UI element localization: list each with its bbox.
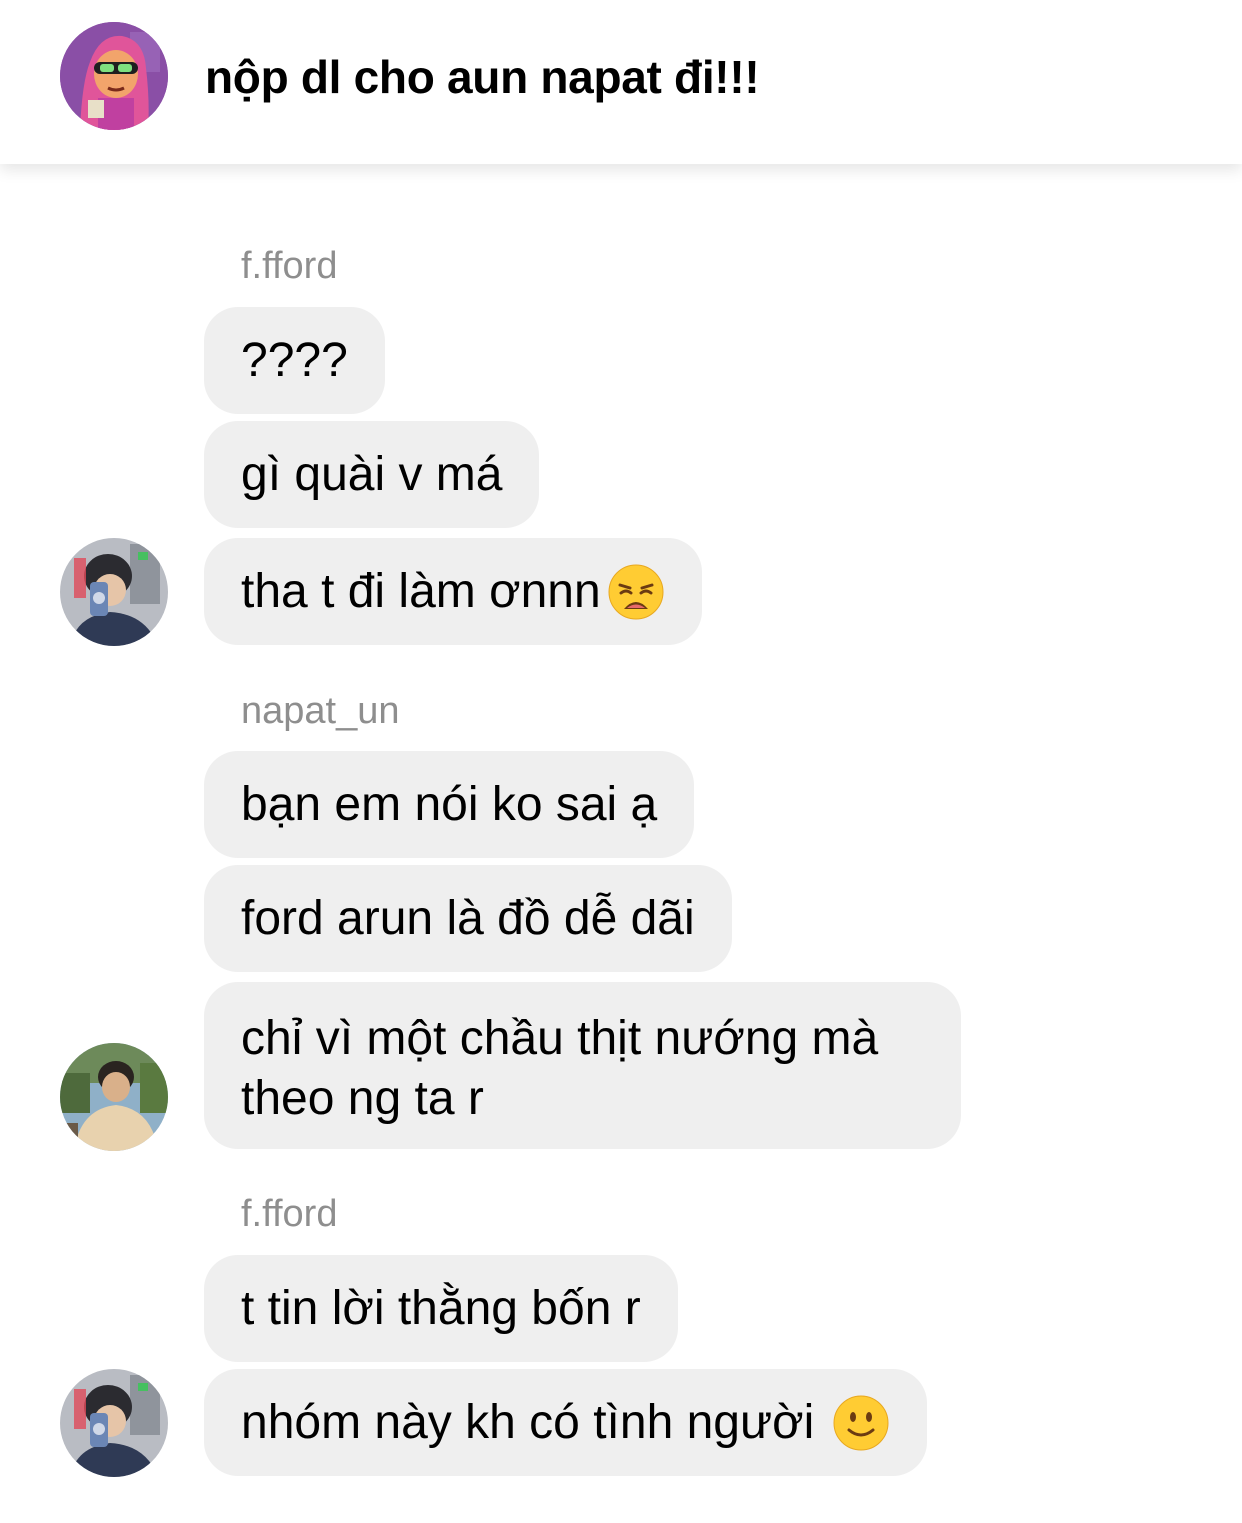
sender-avatar[interactable]: [60, 1043, 168, 1151]
message-bubble[interactable]: ????: [204, 307, 385, 414]
message-text: gì quài v má: [241, 448, 503, 501]
message-text: ford arun là đồ dễ dãi: [241, 892, 695, 945]
cartoon-character-icon: [60, 22, 168, 130]
message-bubble[interactable]: tha t đi làm ơnnn: [204, 538, 702, 645]
group-avatar[interactable]: [60, 22, 168, 130]
message-bubble[interactable]: ford arun là đồ dễ dãi: [204, 865, 732, 972]
message-text-line: chỉ vì một chầu thịt nướng mà: [241, 1012, 879, 1065]
sender-name: napat_un: [241, 690, 400, 732]
weary-face-emoji-icon: [608, 564, 664, 619]
group-title: nộp dl cho aun napat đi!!!: [205, 51, 760, 103]
message-bubble[interactable]: nhóm này kh có tình người: [204, 1369, 928, 1476]
message-text: tha t đi làm ơnnn: [241, 565, 601, 618]
message-bubble[interactable]: chỉ vì một chầu thịt nướng mà theo ng ta…: [204, 982, 961, 1149]
message-text: nhóm này kh có tình người: [241, 1396, 815, 1449]
message-text: ????: [241, 334, 348, 387]
sender-name: f.fford: [241, 245, 338, 287]
slightly-smiling-face-emoji-icon: [833, 1395, 889, 1450]
outdoor-photo-avatar-icon: [60, 1043, 168, 1151]
sender-avatar[interactable]: [60, 1369, 168, 1477]
message-bubble[interactable]: bạn em nói ko sai ạ: [204, 751, 695, 858]
chat-header: nộp dl cho aun napat đi!!!: [0, 0, 1242, 164]
chat-screen: nộp dl cho aun napat đi!!! f.fford ???? …: [0, 0, 1242, 1523]
mirror-selfie-avatar-icon: [60, 1369, 168, 1477]
message-text: bạn em nói ko sai ạ: [241, 778, 658, 831]
mirror-selfie-avatar-icon: [60, 538, 168, 646]
sender-name: f.fford: [241, 1193, 338, 1235]
message-bubble[interactable]: gì quài v má: [204, 421, 540, 528]
message-text-line: theo ng ta r: [241, 1072, 484, 1125]
sender-avatar[interactable]: [60, 538, 168, 646]
message-text: t tin lời thằng bốn r: [241, 1282, 641, 1335]
message-bubble[interactable]: t tin lời thằng bốn r: [204, 1255, 678, 1362]
